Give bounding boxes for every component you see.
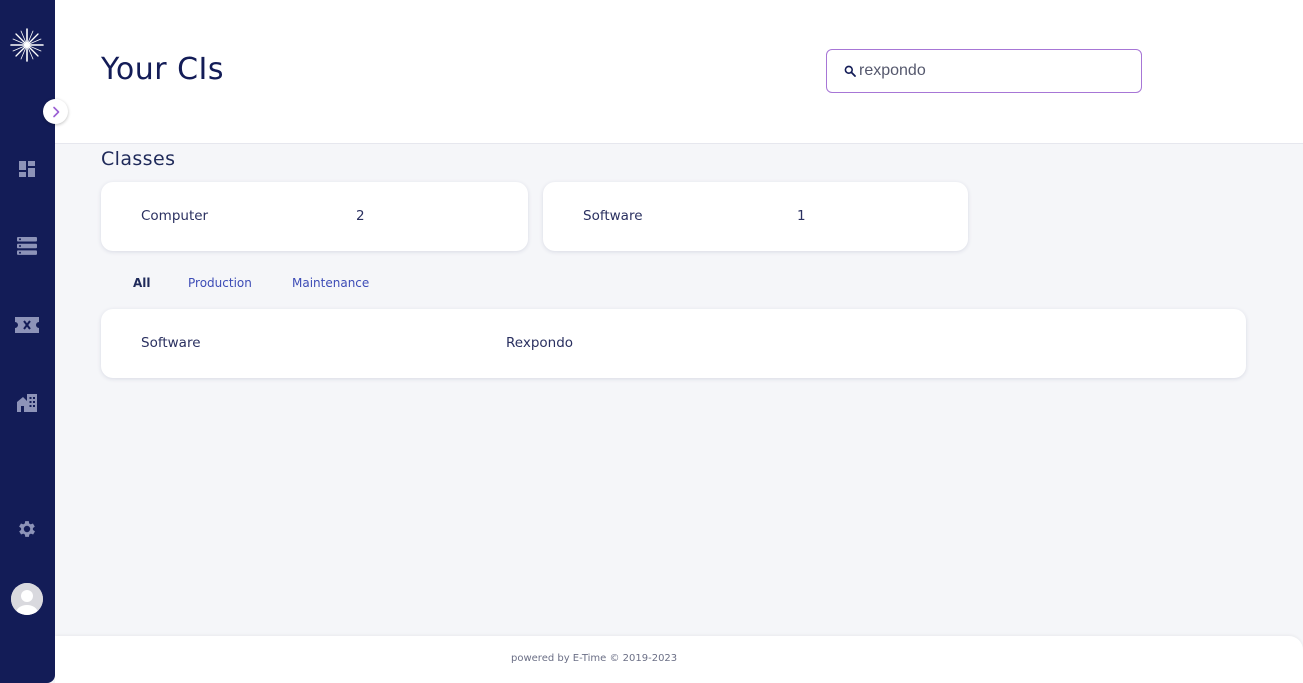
ci-class: Software <box>141 335 201 351</box>
dashboard-icon[interactable] <box>16 158 38 180</box>
ci-list-item[interactable]: Software Rexpondo <box>101 309 1246 378</box>
class-card-count: 1 <box>797 208 806 224</box>
search-icon <box>844 65 856 77</box>
chevron-right-icon <box>51 106 61 118</box>
footer-copyright: powered by E-Time © 2019-2023 <box>511 653 678 664</box>
page-title: Your CIs <box>101 52 225 87</box>
star-burst-logo[interactable] <box>9 27 45 63</box>
footer: powered by E-Time © 2019-2023 <box>55 636 1303 683</box>
tab-all[interactable]: All <box>133 276 151 290</box>
class-card-software[interactable]: Software 1 <box>543 182 968 251</box>
building-icon[interactable] <box>16 392 38 414</box>
tab-maintenance[interactable]: Maintenance <box>292 276 369 290</box>
ci-name: Rexpondo <box>506 335 574 351</box>
sidebar-toggle-button[interactable] <box>43 99 68 124</box>
search-box[interactable] <box>826 49 1142 93</box>
class-card-label: Computer <box>141 208 209 224</box>
user-avatar-icon[interactable] <box>11 583 43 615</box>
ticket-icon[interactable] <box>15 314 39 336</box>
tab-production[interactable]: Production <box>188 276 252 290</box>
class-card-label: Software <box>583 208 643 224</box>
search-input[interactable] <box>859 62 1129 80</box>
classes-heading: Classes <box>101 148 176 170</box>
class-card-count: 2 <box>356 208 365 224</box>
gear-icon[interactable] <box>16 518 38 540</box>
page-header: Your CIs <box>55 0 1303 144</box>
class-card-computer[interactable]: Computer 2 <box>101 182 528 251</box>
server-list-icon[interactable] <box>16 235 38 257</box>
